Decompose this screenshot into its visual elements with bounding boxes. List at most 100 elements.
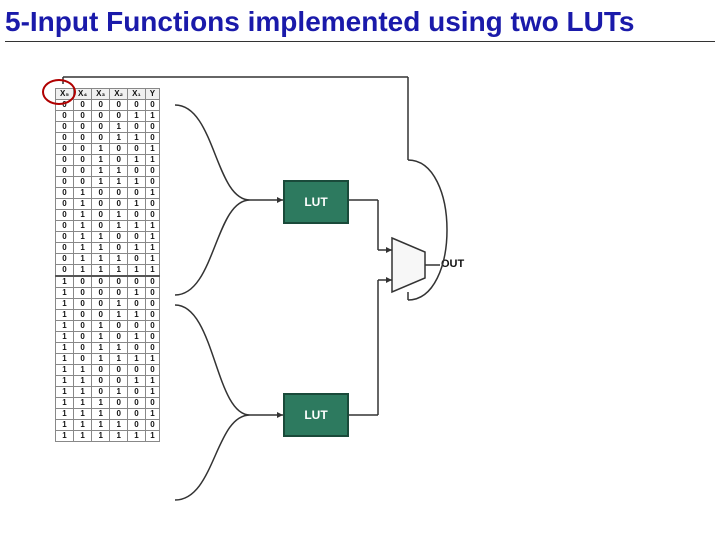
truth-table-cell: 0 bbox=[74, 299, 92, 310]
truth-table-row: 010111 bbox=[56, 221, 160, 232]
truth-table-cell: 1 bbox=[145, 111, 159, 122]
truth-table-cell: 1 bbox=[56, 288, 74, 299]
truth-table-header-cell: X₁ bbox=[128, 89, 146, 100]
truth-table-cell: 0 bbox=[145, 177, 159, 188]
truth-table-cell: 1 bbox=[74, 199, 92, 210]
truth-table-cell: 1 bbox=[128, 332, 146, 343]
truth-table-cell: 0 bbox=[92, 122, 110, 133]
truth-table-cell: 0 bbox=[145, 299, 159, 310]
truth-table-cell: 1 bbox=[56, 398, 74, 409]
truth-table-cell: 1 bbox=[128, 155, 146, 166]
truth-table-cell: 1 bbox=[128, 354, 146, 365]
truth-table-cell: 0 bbox=[56, 144, 74, 155]
truth-table-cell: 0 bbox=[145, 343, 159, 354]
truth-table-cell: 0 bbox=[145, 122, 159, 133]
truth-table-cell: 0 bbox=[128, 166, 146, 177]
truth-table-cell: 0 bbox=[110, 155, 128, 166]
truth-table-cell: 0 bbox=[128, 232, 146, 243]
truth-table-cell: 1 bbox=[110, 133, 128, 144]
truth-table-cell: 0 bbox=[110, 288, 128, 299]
truth-table-cell: 0 bbox=[110, 276, 128, 288]
truth-table-cell: 1 bbox=[110, 265, 128, 277]
truth-table-row: 010100 bbox=[56, 210, 160, 221]
truth-table-row: 011111 bbox=[56, 265, 160, 277]
truth-table-cell: 0 bbox=[74, 276, 92, 288]
truth-table-cell: 0 bbox=[128, 387, 146, 398]
truth-table-cell: 1 bbox=[56, 332, 74, 343]
truth-table-row: 001011 bbox=[56, 155, 160, 166]
truth-table-cell: 1 bbox=[56, 420, 74, 431]
highlight-circle bbox=[42, 79, 76, 105]
truth-table-cell: 0 bbox=[128, 398, 146, 409]
truth-table-cell: 1 bbox=[56, 310, 74, 321]
truth-table-cell: 0 bbox=[74, 343, 92, 354]
truth-table-cell: 0 bbox=[128, 122, 146, 133]
truth-table-cell: 0 bbox=[74, 166, 92, 177]
truth-table-cell: 1 bbox=[145, 431, 159, 442]
truth-table-row: 111100 bbox=[56, 420, 160, 431]
truth-table-cell: 0 bbox=[110, 232, 128, 243]
truth-table-cell: 1 bbox=[74, 232, 92, 243]
lut-box-bottom: LUT bbox=[283, 393, 349, 437]
truth-table-cell: 0 bbox=[128, 188, 146, 199]
truth-table-cell: 0 bbox=[56, 155, 74, 166]
truth-table-cell: 1 bbox=[110, 310, 128, 321]
truth-table-row: 100100 bbox=[56, 299, 160, 310]
truth-table-cell: 0 bbox=[92, 310, 110, 321]
truth-table-cell: 1 bbox=[92, 398, 110, 409]
truth-table-cell: 1 bbox=[128, 133, 146, 144]
truth-table-cell: 1 bbox=[92, 409, 110, 420]
truth-table-row: 000000 bbox=[56, 100, 160, 111]
truth-table-row: 101100 bbox=[56, 343, 160, 354]
lut-box-top: LUT bbox=[283, 180, 349, 224]
truth-table-cell: 1 bbox=[92, 177, 110, 188]
truth-table-cell: 1 bbox=[56, 276, 74, 288]
truth-table-cell: 1 bbox=[92, 254, 110, 265]
truth-table-cell: 1 bbox=[145, 144, 159, 155]
truth-table-cell: 0 bbox=[56, 221, 74, 232]
truth-table-cell: 0 bbox=[92, 376, 110, 387]
truth-table-cell: 0 bbox=[128, 210, 146, 221]
truth-table-cell: 1 bbox=[128, 265, 146, 277]
truth-table-cell: 1 bbox=[145, 221, 159, 232]
truth-table-cell: 0 bbox=[74, 177, 92, 188]
truth-table-row: 101000 bbox=[56, 321, 160, 332]
truth-table-cell: 0 bbox=[128, 276, 146, 288]
truth-table-row: 000100 bbox=[56, 122, 160, 133]
truth-table-cell: 1 bbox=[110, 221, 128, 232]
truth-table-cell: 0 bbox=[128, 321, 146, 332]
truth-table-cell: 1 bbox=[56, 431, 74, 442]
truth-table-cell: 1 bbox=[92, 343, 110, 354]
truth-table-cell: 1 bbox=[56, 376, 74, 387]
truth-table-cell: 0 bbox=[145, 288, 159, 299]
truth-table-cell: 1 bbox=[145, 354, 159, 365]
truth-table-row: 100000 bbox=[56, 276, 160, 288]
truth-table-cell: 1 bbox=[92, 431, 110, 442]
truth-table-cell: 1 bbox=[92, 265, 110, 277]
truth-table-cell: 1 bbox=[110, 420, 128, 431]
page-title: 5-Input Functions implemented using two … bbox=[5, 5, 715, 42]
truth-table-cell: 0 bbox=[145, 210, 159, 221]
truth-table-cell: 1 bbox=[110, 254, 128, 265]
truth-table-cell: 1 bbox=[92, 166, 110, 177]
truth-table-cell: 0 bbox=[110, 111, 128, 122]
truth-table-row: 100010 bbox=[56, 288, 160, 299]
truth-table-cell: 0 bbox=[92, 133, 110, 144]
truth-table-cell: 1 bbox=[110, 177, 128, 188]
truth-table: X₅X₄X₃X₂X₁Y 0000000000110001000001100010… bbox=[55, 88, 160, 442]
truth-table-cell: 1 bbox=[92, 144, 110, 155]
truth-table-cell: 0 bbox=[128, 254, 146, 265]
truth-table-cell: 1 bbox=[128, 431, 146, 442]
truth-table-cell: 1 bbox=[74, 398, 92, 409]
truth-table-cell: 0 bbox=[145, 365, 159, 376]
truth-table-cell: 0 bbox=[92, 199, 110, 210]
truth-table-cell: 1 bbox=[74, 409, 92, 420]
truth-table-cell: 1 bbox=[110, 343, 128, 354]
truth-table-cell: 1 bbox=[56, 299, 74, 310]
truth-table-cell: 0 bbox=[56, 177, 74, 188]
truth-table-cell: 0 bbox=[145, 310, 159, 321]
truth-table-cell: 1 bbox=[145, 188, 159, 199]
truth-table-cell: 1 bbox=[145, 265, 159, 277]
truth-table-row: 100110 bbox=[56, 310, 160, 321]
truth-table-cell: 0 bbox=[56, 133, 74, 144]
